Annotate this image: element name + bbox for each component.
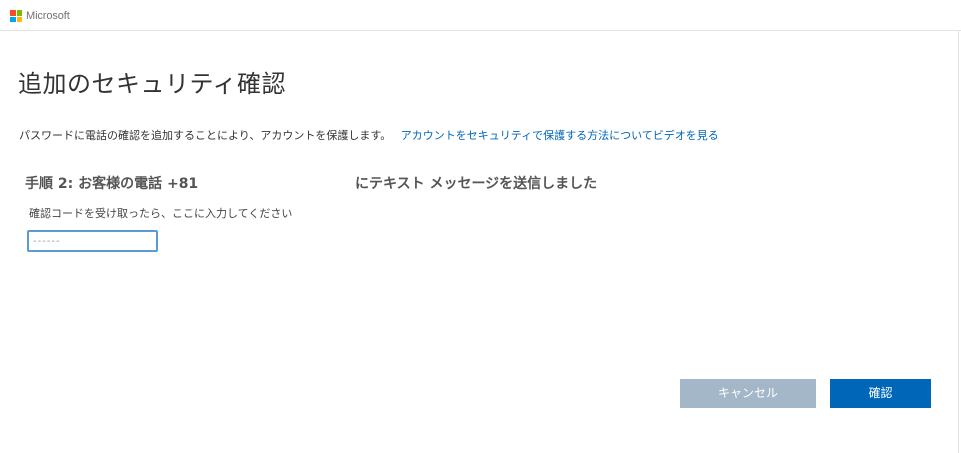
brand-name: Microsoft [26,10,70,22]
microsoft-logo-icon [10,10,22,22]
logo-square-blue [10,16,16,22]
step-heading-suffix: にテキスト メッセージを送信しました [355,176,598,192]
logo-square-red [10,10,16,16]
content-border [958,31,959,453]
cancel-button[interactable]: キャンセル [680,379,816,408]
step-heading: 手順 2: お客様の電話 +81 [25,176,199,192]
video-help-link[interactable]: アカウントをセキュリティで保護する方法についてビデオを見る [401,129,719,142]
logo-square-green [16,10,22,16]
intro-text-row: パスワードに電話の確認を追加することにより、アカウントを保護します。 アカウント… [19,127,719,143]
page-title: 追加のセキュリティ確認 [18,70,287,98]
logo-square-yellow [16,16,22,22]
top-bar: Microsoft [0,0,961,31]
intro-text: パスワードに電話の確認を追加することにより、アカウントを保護します。 [19,129,392,142]
verification-code-input[interactable] [27,230,158,252]
code-label: 確認コードを受け取ったら、ここに入力してください [29,207,293,220]
confirm-button[interactable]: 確認 [830,379,931,408]
microsoft-logo: Microsoft [10,10,70,22]
